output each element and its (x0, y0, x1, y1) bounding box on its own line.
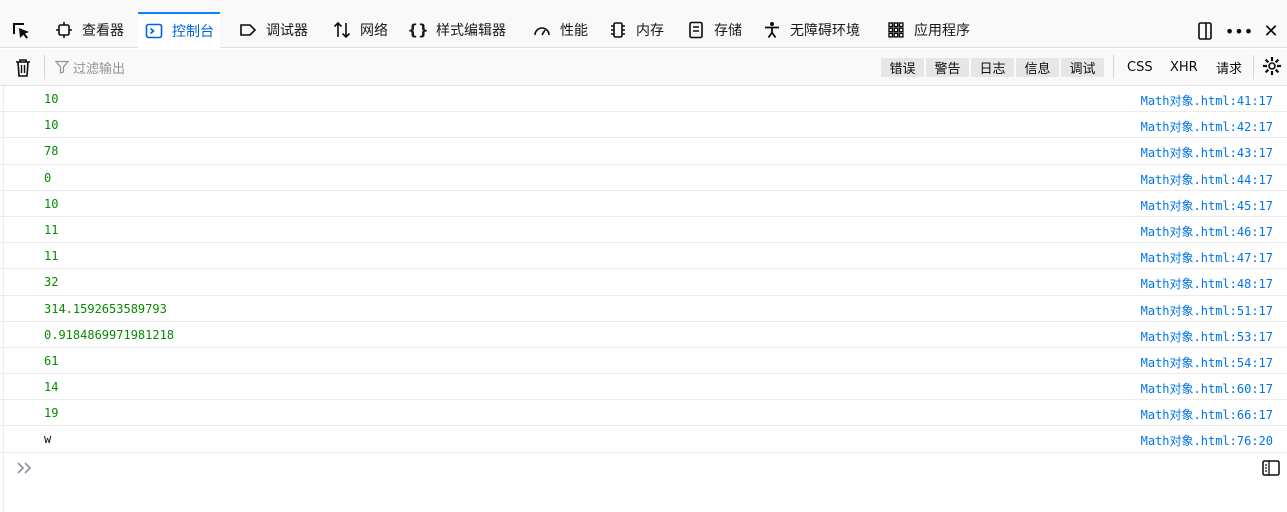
tab-storage[interactable]: 存储 (680, 12, 748, 48)
tab-style-editor[interactable]: {} 样式编辑器 (402, 12, 512, 48)
message-value: 10 (44, 196, 59, 211)
debugger-icon (238, 20, 258, 40)
gear-icon[interactable] (1261, 55, 1283, 77)
tab-label: 性能 (560, 23, 588, 39)
console-message-row: 10 Math对象.html:41:17 (0, 86, 1287, 113)
gauge-icon (532, 20, 552, 40)
message-value: 14 (44, 380, 59, 395)
tab-label: 应用程序 (914, 23, 970, 39)
tab-label: 存储 (714, 23, 742, 39)
tab-label: 内存 (636, 23, 664, 39)
css-filter-button[interactable]: CSS (1127, 58, 1153, 77)
sidebar-toggle-icon[interactable] (1262, 460, 1280, 476)
level-warning-button[interactable]: 警告 (926, 58, 969, 77)
message-source-link[interactable]: Math对象.html:45:17 (1141, 197, 1273, 214)
devtools-tab-bar: 查看器 控制台 调试器 网络 {} 样式编辑器 性能 内存 存储 无障碍环境 应… (0, 0, 1287, 48)
message-source-link[interactable]: Math对象.html:41:17 (1141, 92, 1273, 109)
message-source-link[interactable]: Math对象.html:48:17 (1141, 275, 1273, 292)
message-source-link[interactable]: Math对象.html:42:17 (1141, 118, 1273, 135)
console-message-row: 10 Math对象.html:45:17 (0, 191, 1287, 217)
message-value: 78 (44, 144, 59, 159)
toolbar-divider (1253, 55, 1254, 79)
requests-filter-button[interactable]: 请求 (1216, 58, 1242, 77)
console-output: 10 Math对象.html:41:17 10 Math对象.html:42:17 78… (0, 86, 1287, 453)
tab-label: 控制台 (172, 24, 214, 40)
tab-label: 网络 (360, 23, 388, 39)
toolbar-divider (44, 55, 45, 79)
filter-icon (55, 60, 69, 74)
tab-label: 调试器 (266, 23, 308, 39)
message-value: 10 (44, 118, 59, 133)
memory-chip-icon (608, 20, 628, 40)
filter-output-input[interactable]: 过滤输出 (55, 57, 125, 77)
message-source-link[interactable]: Math对象.html:76:20 (1141, 432, 1273, 449)
console-message-row: 19 Math对象.html:66:17 (0, 400, 1287, 427)
message-value: 61 (44, 353, 59, 368)
tab-accessibility[interactable]: 无障碍环境 (756, 12, 866, 48)
inspector-icon (54, 20, 74, 40)
message-source-link[interactable]: Math对象.html:54:17 (1141, 354, 1273, 371)
console-icon (144, 21, 164, 41)
tab-label: 无障碍环境 (790, 23, 860, 39)
tab-label: 查看器 (82, 23, 124, 39)
more-options-icon[interactable]: ••• (1225, 20, 1253, 42)
console-message-row: 0 Math对象.html:44:17 (0, 165, 1287, 191)
message-value: 32 (44, 275, 59, 290)
filter-placeholder: 过滤输出 (73, 61, 126, 77)
message-value: 0.9184869971981218 (44, 327, 175, 342)
tab-debugger[interactable]: 调试器 (232, 12, 314, 48)
tab-console[interactable]: 控制台 (138, 12, 220, 48)
accessibility-icon (762, 20, 782, 40)
message-source-link[interactable]: Math对象.html:43:17 (1141, 144, 1273, 161)
toolbar-divider (1113, 55, 1114, 79)
close-icon[interactable]: ✕ (1260, 20, 1282, 42)
grid-icon (886, 20, 906, 40)
message-value: 0 (44, 170, 52, 185)
message-source-link[interactable]: Math对象.html:66:17 (1141, 406, 1273, 423)
tab-label: 样式编辑器 (436, 23, 506, 39)
message-value: w (44, 432, 52, 447)
message-source-link[interactable]: Math对象.html:44:17 (1141, 171, 1273, 188)
dock-side-icon[interactable] (1195, 20, 1217, 42)
message-source-link[interactable]: Math对象.html:60:17 (1141, 380, 1273, 397)
xhr-filter-button[interactable]: XHR (1170, 58, 1198, 77)
network-icon (332, 20, 352, 40)
message-value: 314.1592653589793 (44, 301, 167, 316)
console-message-row: 32 Math对象.html:48:17 (0, 269, 1287, 296)
message-source-link[interactable]: Math对象.html:51:17 (1141, 302, 1273, 319)
message-value: 10 (44, 92, 59, 106)
tab-network[interactable]: 网络 (326, 12, 394, 48)
tab-performance[interactable]: 性能 (526, 12, 594, 48)
element-picker-icon[interactable] (10, 20, 32, 42)
message-source-link[interactable]: Math对象.html:47:17 (1141, 249, 1273, 266)
chevron-double-right-icon[interactable] (16, 460, 34, 476)
level-log-button[interactable]: 日志 (971, 58, 1014, 77)
message-value: 11 (44, 222, 59, 237)
level-debug-button[interactable]: 调试 (1061, 58, 1104, 77)
message-source-link[interactable]: Math对象.html:46:17 (1141, 223, 1273, 240)
console-toolbar: 过滤输出 错误 警告 日志 信息 调试 CSS XHR 请求 (0, 49, 1287, 86)
console-message-row: 314.1592653589793 Math对象.html:51:17 (0, 296, 1287, 322)
tab-inspector[interactable]: 查看器 (48, 12, 130, 48)
console-message-row: 10 Math对象.html:42:17 (0, 112, 1287, 139)
console-message-row: w Math对象.html:76:20 (0, 426, 1287, 453)
message-value: 19 (44, 406, 59, 421)
trash-icon[interactable] (12, 57, 34, 79)
tab-memory[interactable]: 内存 (602, 12, 670, 48)
message-value: 11 (44, 249, 59, 264)
console-message-row: 14 Math对象.html:60:17 (0, 374, 1287, 401)
console-message-row: 11 Math对象.html:46:17 (0, 217, 1287, 244)
storage-icon (686, 20, 706, 40)
level-error-button[interactable]: 错误 (881, 58, 924, 77)
level-info-button[interactable]: 信息 (1016, 58, 1059, 77)
console-message-row: 0.9184869971981218 Math对象.html:53:17 (0, 322, 1287, 348)
braces-icon: {} (407, 21, 429, 39)
console-message-row: 11 Math对象.html:47:17 (0, 243, 1287, 270)
console-message-row: 78 Math对象.html:43:17 (0, 138, 1287, 165)
message-source-link[interactable]: Math对象.html:53:17 (1141, 328, 1273, 345)
console-message-row: 61 Math对象.html:54:17 (0, 348, 1287, 375)
tab-application[interactable]: 应用程序 (880, 12, 976, 48)
